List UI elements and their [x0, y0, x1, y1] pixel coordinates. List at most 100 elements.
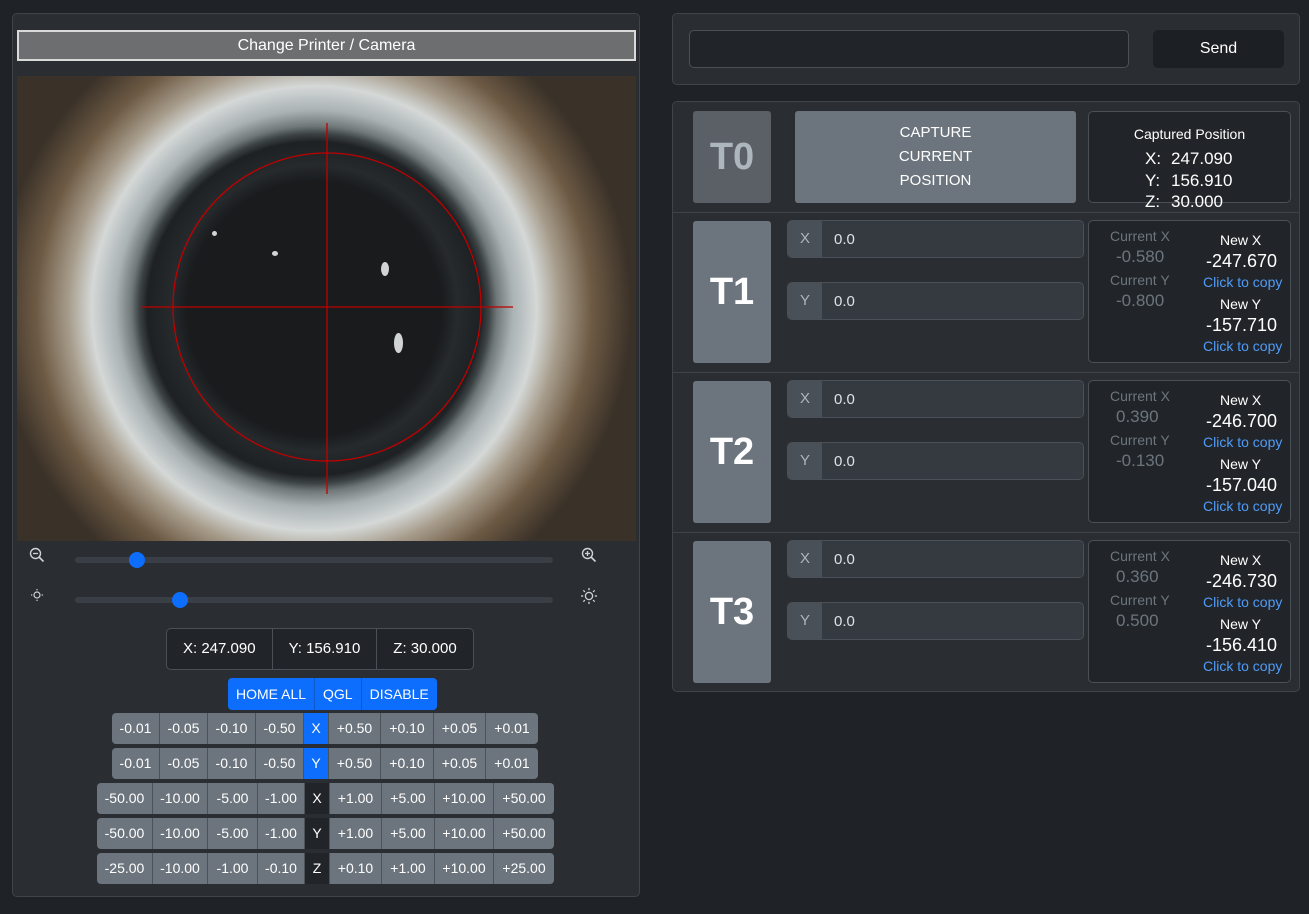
command-panel: Send — [672, 13, 1300, 85]
t3-x-offset-input[interactable] — [822, 541, 1083, 577]
jog-y-plus-0.01[interactable]: +0.01 — [486, 748, 538, 779]
jog-x-minus-0.50[interactable]: -0.50 — [256, 713, 304, 744]
t1-copy-x-link[interactable]: Click to copy — [1203, 274, 1282, 290]
camera-panel: Change Printer / Camera X: 247.090 Y: 15… — [12, 13, 640, 897]
jog-row-coarse-y: -50.00 -10.00 -5.00 -1.00 Y +1.00 +5.00 … — [97, 818, 554, 849]
qgl-button[interactable]: QGL — [315, 678, 362, 710]
divider — [673, 212, 1299, 213]
t1-x-offset-input[interactable] — [822, 221, 1083, 257]
t2-copy-y-link[interactable]: Click to copy — [1203, 498, 1282, 514]
jog-x-minus-10[interactable]: -10.00 — [153, 783, 208, 814]
t3-y-offset-input[interactable] — [822, 603, 1083, 639]
jog-z-minus-25[interactable]: -25.00 — [97, 853, 153, 884]
jog-row-coarse-x: -50.00 -10.00 -5.00 -1.00 X +1.00 +5.00 … — [97, 783, 554, 814]
tool-t2-badge[interactable]: T2 — [693, 381, 771, 523]
capture-line-3: POSITION — [899, 172, 972, 189]
tool-t3-badge[interactable]: T3 — [693, 541, 771, 683]
jog-y-minus-10[interactable]: -10.00 — [153, 818, 208, 849]
t3-copy-y-link[interactable]: Click to copy — [1203, 658, 1282, 674]
brightness-slider-row — [27, 587, 627, 609]
jog-y-plus-0.05[interactable]: +0.05 — [434, 748, 486, 779]
capture-line-2: CURRENT — [898, 148, 973, 165]
crosshair-overlay — [141, 123, 513, 494]
jog-y-plus-5[interactable]: +5.00 — [382, 818, 435, 849]
jog-x-plus-0.05[interactable]: +0.05 — [434, 713, 486, 744]
captured-y: Y: 156.910 — [1145, 171, 1233, 190]
t1-y-prefix: Y — [788, 283, 822, 319]
jog-y-minus-0.05[interactable]: -0.05 — [160, 748, 208, 779]
t1-y-offset-input[interactable] — [822, 283, 1083, 319]
t3-x-prefix: X — [788, 541, 822, 577]
jog-x-plus-5[interactable]: +5.00 — [382, 783, 435, 814]
t3-new-x-label: New X — [1220, 552, 1262, 568]
jog-y-minus-0.01[interactable]: -0.01 — [112, 748, 160, 779]
t2-x-offset-input[interactable] — [822, 381, 1083, 417]
t1-copy-y-link[interactable]: Click to copy — [1203, 338, 1282, 354]
t2-y-offset-input[interactable] — [822, 443, 1083, 479]
jog-y-plus-1[interactable]: +1.00 — [330, 818, 382, 849]
brightness-slider[interactable] — [75, 592, 553, 608]
t2-copy-x-link[interactable]: Click to copy — [1203, 434, 1282, 450]
t1-y-offset-group: Y — [787, 282, 1084, 320]
zoom-slider[interactable] — [75, 552, 553, 568]
jog-row-z: -25.00 -10.00 -1.00 -0.10 Z +0.10 +1.00 … — [97, 853, 554, 884]
zoom-in-icon[interactable] — [579, 547, 599, 567]
t3-copy-x-link[interactable]: Click to copy — [1203, 594, 1282, 610]
jog-z-minus-1[interactable]: -1.00 — [208, 853, 258, 884]
t3-offset-info: Current X 0.360 Current Y 0.500 New X -2… — [1088, 540, 1291, 683]
t3-current-y: 0.500 — [1116, 611, 1159, 630]
jog-z-minus-10[interactable]: -10.00 — [153, 853, 208, 884]
change-printer-camera-button[interactable]: Change Printer / Camera — [17, 30, 636, 61]
jog-y-plus-0.50[interactable]: +0.50 — [329, 748, 381, 779]
t3-new-y: -156.410 — [1206, 635, 1278, 655]
tool-t1-badge[interactable]: T1 — [693, 221, 771, 363]
t1-x-offset-group: X — [787, 220, 1084, 258]
send-button[interactable]: Send — [1153, 30, 1284, 68]
jog-z-plus-1[interactable]: +1.00 — [382, 853, 435, 884]
jog-x-minus-0.01[interactable]: -0.01 — [112, 713, 160, 744]
jog-x-plus-0.10[interactable]: +0.10 — [381, 713, 434, 744]
jog-x-minus-1[interactable]: -1.00 — [258, 783, 305, 814]
camera-feed[interactable] — [17, 76, 636, 541]
axis-z-label: Z — [305, 853, 330, 884]
jog-z-plus-10[interactable]: +10.00 — [435, 853, 494, 884]
jog-x-plus-0.01[interactable]: +0.01 — [486, 713, 538, 744]
t1-new-x: -247.670 — [1206, 251, 1278, 271]
jog-x-plus-0.50[interactable]: +0.50 — [329, 713, 381, 744]
jog-y-minus-1[interactable]: -1.00 — [258, 818, 305, 849]
brightness-low-icon[interactable] — [27, 587, 47, 607]
zoom-slider-thumb[interactable] — [129, 552, 146, 568]
jog-x-plus-50[interactable]: +50.00 — [494, 783, 554, 814]
position-z: Z: 30.000 — [393, 640, 457, 657]
jog-z-minus-0.10[interactable]: -0.10 — [258, 853, 305, 884]
t1-new-y-label: New Y — [1220, 296, 1261, 312]
jog-x-minus-5[interactable]: -5.00 — [208, 783, 258, 814]
zoom-out-icon[interactable] — [27, 547, 47, 567]
capture-position-button[interactable]: CAPTURE CURRENT POSITION — [795, 111, 1076, 203]
t3-current-y-label: Current Y — [1110, 592, 1170, 608]
jog-y-minus-0.50[interactable]: -0.50 — [256, 748, 304, 779]
tool-t0-badge[interactable]: T0 — [693, 111, 771, 203]
jog-x-minus-0.05[interactable]: -0.05 — [160, 713, 208, 744]
disable-button[interactable]: DISABLE — [361, 678, 437, 710]
jog-y-plus-10[interactable]: +10.00 — [435, 818, 494, 849]
jog-x-minus-0.10[interactable]: -0.10 — [208, 713, 256, 744]
jog-row-fine-x: -0.01 -0.05 -0.10 -0.50 X +0.50 +0.10 +0… — [112, 713, 538, 744]
jog-z-plus-25[interactable]: +25.00 — [494, 853, 554, 884]
home-all-button[interactable]: HOME ALL — [228, 678, 316, 710]
t2-y-offset-group: Y — [787, 442, 1084, 480]
jog-z-plus-0.10[interactable]: +0.10 — [330, 853, 382, 884]
t2-offset-info: Current X 0.390 Current Y -0.130 New X -… — [1088, 380, 1291, 523]
jog-y-plus-50[interactable]: +50.00 — [494, 818, 554, 849]
jog-y-minus-5[interactable]: -5.00 — [208, 818, 258, 849]
jog-x-plus-1[interactable]: +1.00 — [330, 783, 382, 814]
brightness-high-icon[interactable] — [579, 587, 599, 607]
jog-y-plus-0.10[interactable]: +0.10 — [381, 748, 434, 779]
brightness-slider-thumb[interactable] — [172, 592, 189, 608]
jog-y-minus-0.10[interactable]: -0.10 — [208, 748, 256, 779]
jog-x-plus-10[interactable]: +10.00 — [435, 783, 494, 814]
jog-x-minus-50[interactable]: -50.00 — [97, 783, 153, 814]
jog-y-minus-50[interactable]: -50.00 — [97, 818, 153, 849]
gcode-command-input[interactable] — [689, 30, 1129, 68]
axis-x-coarse-label: X — [305, 783, 330, 814]
